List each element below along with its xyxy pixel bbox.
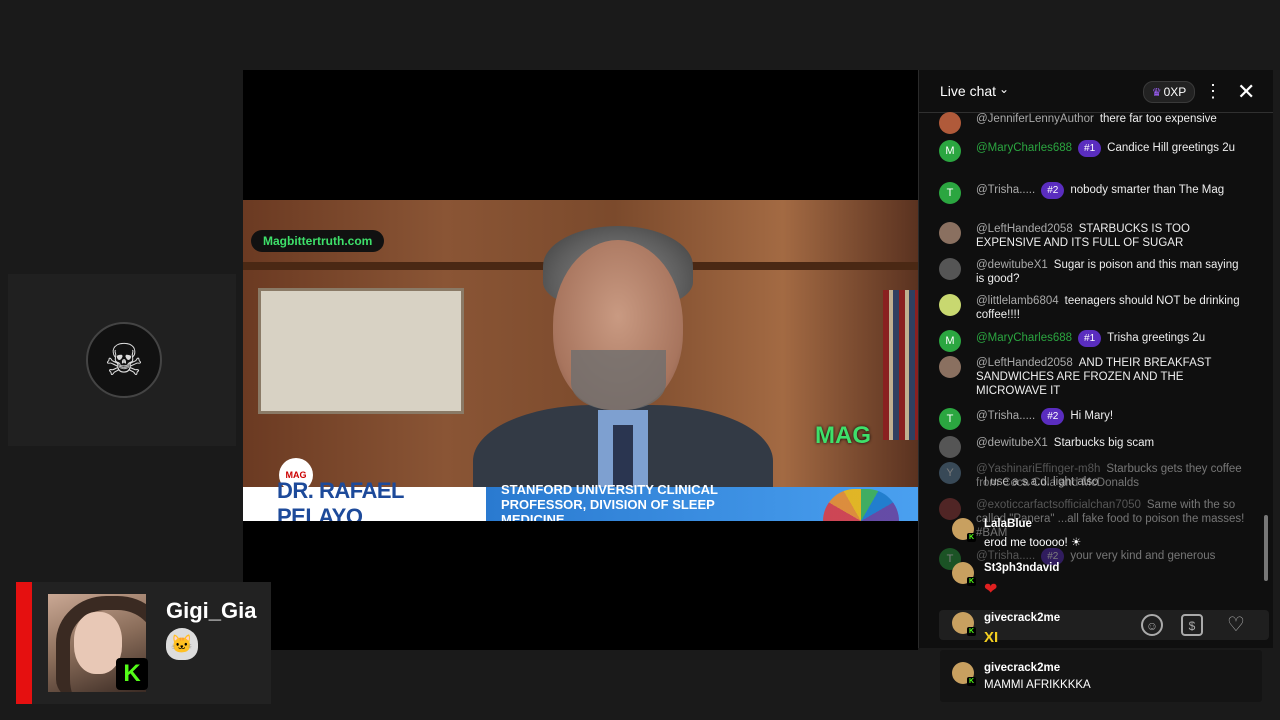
- site-watermark: Magbittertruth.com: [251, 230, 385, 252]
- chat-message: M @MaryCharles688 #1 Candice Hill greetings…: [939, 140, 1249, 162]
- video-frame: Magbittertruth.com MAG MAG DR. RAFAEL PE…: [243, 200, 918, 521]
- lower-third: DR. RAFAEL PELAYO STANFORD UNIVERSITY CL…: [243, 478, 918, 521]
- overlay-message-text: XI: [984, 629, 999, 646]
- chat-message: @JenniferLennyAuthor there far too expens…: [939, 112, 1249, 134]
- overlay-username: St3ph3ndavid: [984, 562, 1060, 574]
- chat-author[interactable]: @Trisha.....: [976, 410, 1035, 422]
- cat-emote-icon: 🐱: [166, 628, 198, 660]
- close-icon[interactable]: ✕: [1237, 79, 1255, 105]
- live-chat-panel: Live chat ⌄ ♛ 0XP ⋮ ✕ @JenniferLennyAuth…: [918, 70, 1273, 648]
- accent-bar: [16, 582, 32, 704]
- chat-avatar[interactable]: T: [939, 182, 961, 204]
- chevron-down-icon[interactable]: ⌄: [999, 82, 1009, 96]
- video-player[interactable]: Magbittertruth.com MAG MAG DR. RAFAEL PE…: [243, 70, 918, 650]
- chat-header: Live chat ⌄ ♛ 0XP ⋮ ✕: [919, 70, 1273, 113]
- chat-message: @LeftHanded2058 AND THEIR BREAKFAST SANDW…: [939, 356, 1249, 398]
- super-chat-icon[interactable]: $: [1181, 614, 1203, 636]
- chat-message-text: Trisha greetings 2u: [1107, 332, 1206, 344]
- chat-message: T @Trisha..... #2 Hi Mary!: [939, 408, 1249, 430]
- kick-badge-icon: K: [967, 533, 976, 542]
- overlay-message-text: ❤: [984, 581, 998, 598]
- chat-avatar[interactable]: [939, 498, 961, 520]
- chat-avatar[interactable]: T: [939, 408, 961, 430]
- chat-message-text: Starbucks big scam: [1053, 437, 1155, 449]
- chat-message: T @Trisha..... #2 nobody smarter than The M…: [939, 182, 1249, 204]
- chat-message: @LeftHanded2058 STARBUCKS IS TOO EXPENSIV…: [939, 222, 1249, 250]
- chat-author[interactable]: @LeftHanded2058: [976, 223, 1073, 235]
- kick-badge-icon: K: [967, 577, 976, 586]
- overlay-avatar: K: [952, 562, 976, 586]
- chat-author[interactable]: @Trisha.....: [976, 550, 1035, 562]
- chat-avatar[interactable]: [939, 112, 961, 134]
- chat-author[interactable]: @LeftHanded2058: [976, 357, 1073, 369]
- lower-third-name: DR. RAFAEL PELAYO: [277, 478, 404, 521]
- chat-author[interactable]: @dewitubeX1: [976, 259, 1048, 271]
- kick-badge-icon: K: [967, 677, 976, 686]
- mag-logo: MAG: [815, 422, 871, 449]
- chat-avatar[interactable]: M: [939, 140, 961, 162]
- chat-author[interactable]: @exoticcarfactsofficialchan7050: [976, 499, 1141, 511]
- overlay-avatar: K: [952, 662, 976, 686]
- streamer-card: K Gigi_Gia 🐱: [16, 582, 271, 704]
- skull-avatar-icon: ☠: [86, 322, 162, 398]
- overlay-avatar: K: [952, 518, 976, 542]
- background-whiteboard: [258, 288, 464, 414]
- more-vert-icon[interactable]: ⋮: [1204, 81, 1222, 102]
- chat-avatar[interactable]: [939, 258, 961, 280]
- chat-message-text: Candice Hill greetings 2u: [1107, 142, 1236, 154]
- chat-message-text: Hi Mary!: [1070, 410, 1114, 422]
- chat-title[interactable]: Live chat: [940, 83, 996, 99]
- chat-message: @dewitubeX1 Starbucks big scam: [939, 436, 1249, 458]
- chat-author[interactable]: @Trisha.....: [976, 184, 1035, 196]
- chat-avatar[interactable]: Y: [939, 462, 961, 484]
- chat-message-text: nobody smarter than The Mag: [1070, 184, 1225, 196]
- xp-button[interactable]: ♛ 0XP: [1143, 81, 1195, 103]
- chat-author[interactable]: @MaryCharles688: [976, 332, 1072, 344]
- kick-badge-icon: K: [967, 627, 976, 636]
- chat-avatar[interactable]: M: [939, 330, 961, 352]
- streamer-name: Gigi_Gia: [166, 598, 257, 623]
- overlay-message-text: I use a s.a.d. light also: [984, 476, 1099, 488]
- chat-author[interactable]: @littlelamb6804: [976, 295, 1059, 307]
- guest-panel: ☠: [8, 274, 236, 446]
- overlay-username: givecrack2me: [984, 612, 1061, 624]
- lower-third-title: STANFORD UNIVERSITY CLINICAL PROFESSOR, …: [501, 481, 718, 522]
- overlay-username: LalaBlue: [984, 518, 1032, 530]
- chat-author[interactable]: @MaryCharles688: [976, 142, 1072, 154]
- chat-message-text: your very kind and generous: [1070, 550, 1216, 562]
- rank-badge: #2: [1041, 408, 1065, 425]
- chat-avatar[interactable]: [939, 356, 961, 378]
- rank-badge: #1: [1078, 140, 1102, 157]
- heart-icon[interactable]: ♡: [1225, 614, 1247, 636]
- kick-logo-icon: K: [116, 658, 148, 690]
- emoji-icon[interactable]: ☺: [1141, 614, 1163, 636]
- background-books: [883, 290, 918, 440]
- chat-avatar[interactable]: [939, 222, 961, 244]
- chat-avatar[interactable]: [939, 436, 961, 458]
- chat-author[interactable]: @JenniferLennyAuthor: [976, 113, 1094, 125]
- rank-badge: #2: [1041, 182, 1065, 199]
- speaker: [473, 220, 773, 521]
- chat-message: M @MaryCharles688 #1 Trisha greetings 2u: [939, 330, 1249, 352]
- overlay-message-text: erod me tooooo! ☀: [984, 537, 1082, 549]
- crown-icon: ♛: [1151, 86, 1162, 99]
- overlay-message-text: MAMMI AFRIKKKKA: [984, 679, 1091, 691]
- overlay-username: givecrack2me: [984, 662, 1061, 674]
- chat-author[interactable]: @dewitubeX1: [976, 437, 1048, 449]
- chat-message: @littlelamb6804 teenagers should NOT be d…: [939, 294, 1249, 322]
- chat-author[interactable]: @YashinariEffinger-m8h: [976, 463, 1100, 475]
- overlay-message-box: [940, 650, 1262, 702]
- chat-message: @dewitubeX1 Sugar is poison and this man …: [939, 258, 1249, 286]
- chat-avatar[interactable]: [939, 294, 961, 316]
- xp-label: 0XP: [1163, 85, 1187, 99]
- chat-message-text: there far too expensive: [1099, 113, 1217, 125]
- rank-badge: #1: [1078, 330, 1102, 347]
- chat-scrollbar[interactable]: [1264, 515, 1268, 581]
- overlay-avatar: K: [952, 612, 976, 636]
